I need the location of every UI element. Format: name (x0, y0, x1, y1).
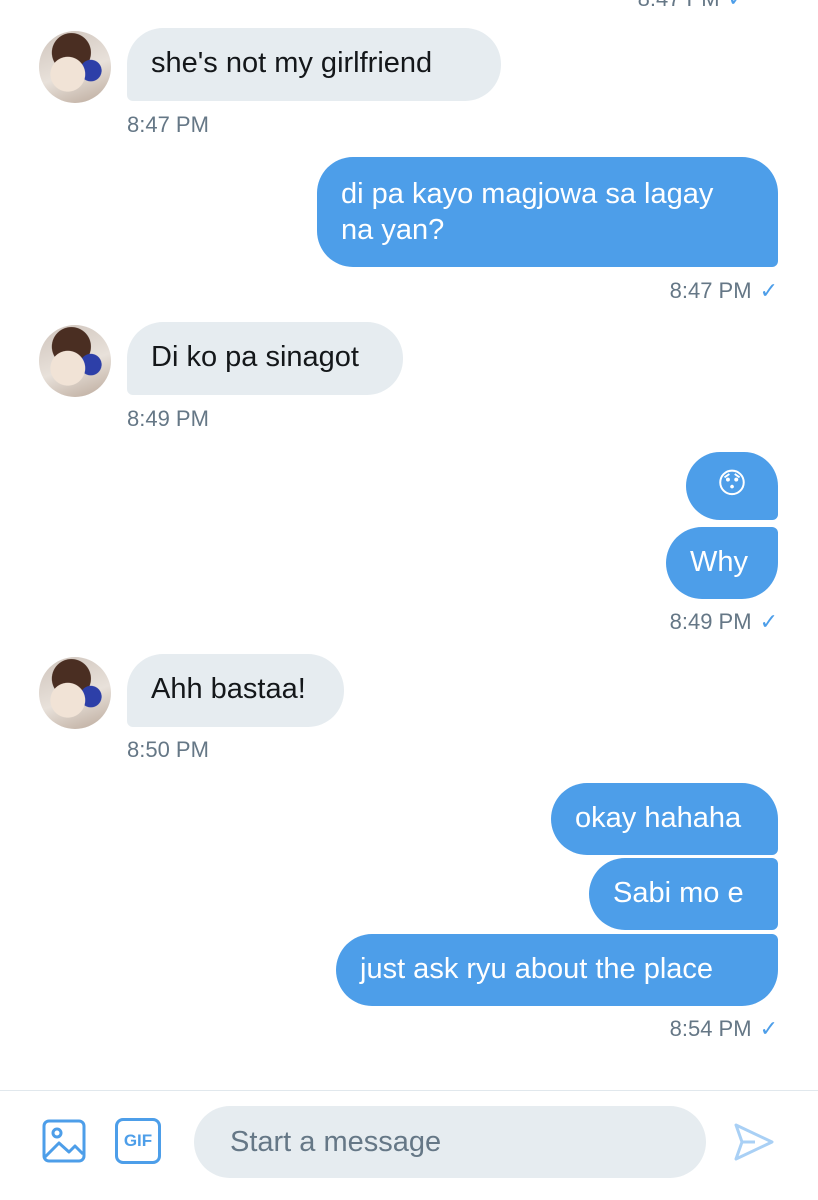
avatar[interactable] (39, 657, 111, 729)
message-timestamp: 8:47 PM (127, 112, 209, 137)
message-timestamp: 8:49 PM (127, 406, 209, 431)
message-bubble-outgoing[interactable]: just ask ryu about the place (336, 934, 778, 1006)
message-timestamp: 8:47 PM ✓ (669, 278, 778, 303)
partial-timestamp: 8:47 PM✓ (638, 0, 746, 12)
send-icon[interactable] (733, 1121, 775, 1163)
avatar[interactable] (39, 325, 111, 397)
read-check-icon: ✓ (759, 278, 778, 303)
message-bubble-incoming[interactable]: Ahh bastaa! (127, 654, 344, 727)
image-icon[interactable] (42, 1119, 86, 1163)
message-bubble-outgoing[interactable]: Why (666, 527, 778, 599)
read-check-icon: ✓ (759, 609, 778, 634)
read-check-icon: ✓ (759, 1016, 778, 1041)
message-text-line: na yan? (341, 214, 445, 246)
message-composer[interactable] (194, 1106, 706, 1178)
message-input[interactable] (194, 1106, 706, 1178)
message-text-line: di pa kayo magjowa sa lagay (341, 178, 714, 210)
avatar[interactable] (39, 31, 111, 103)
message-bubble-incoming[interactable]: she's not my girlfriend (127, 28, 501, 101)
message-bubble-outgoing[interactable]: Sabi mo e (589, 858, 778, 930)
message-timestamp: 8:49 PM ✓ (669, 609, 778, 634)
composer-divider (0, 1090, 818, 1091)
message-bubble-outgoing[interactable]: okay hahaha (551, 783, 778, 855)
gif-icon[interactable]: GIF (115, 1118, 161, 1164)
message-timestamp: 8:50 PM (127, 737, 209, 762)
message-bubble-incoming[interactable]: Di ko pa sinagot (127, 322, 403, 395)
message-bubble-outgoing[interactable]: 😯 (686, 452, 778, 520)
message-bubble-outgoing[interactable]: di pa kayo magjowa sa lagay na yan? (317, 157, 778, 267)
message-timestamp: 8:54 PM ✓ (669, 1016, 778, 1041)
read-check-icon: ✓ (728, 0, 746, 11)
